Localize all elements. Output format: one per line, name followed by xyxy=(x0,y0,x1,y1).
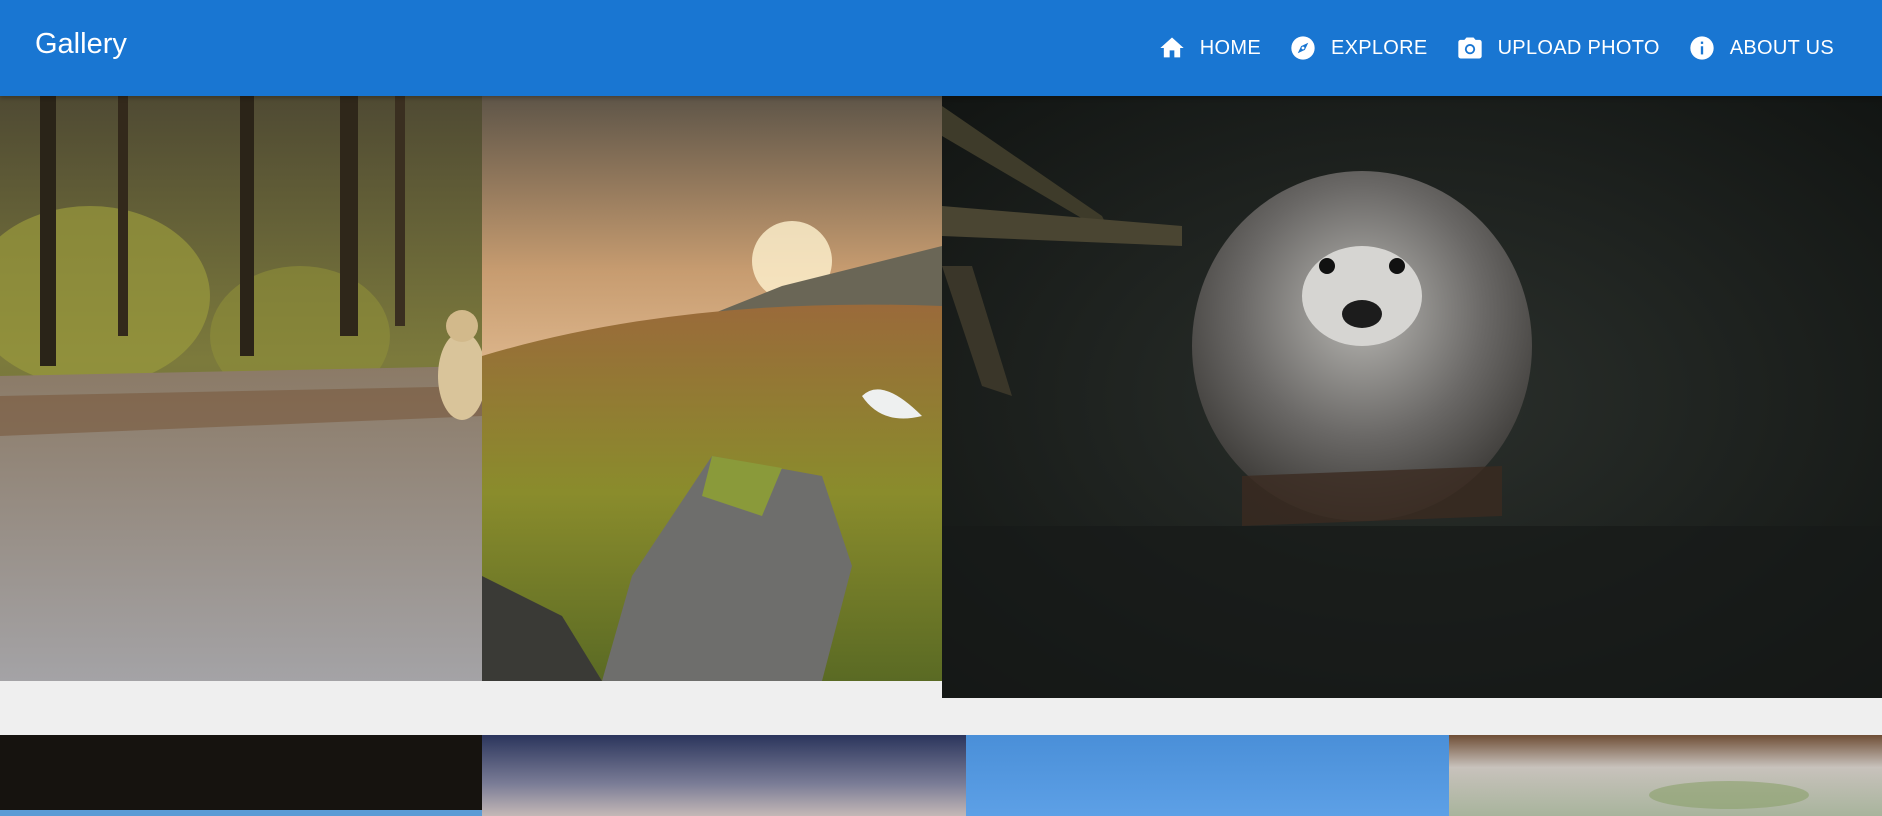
nav-about-button[interactable]: ABOUT US xyxy=(1684,28,1838,68)
nav-explore-button[interactable]: EXPLORE xyxy=(1285,28,1432,68)
photo-dark[interactable] xyxy=(0,735,482,816)
nav-explore-label: EXPLORE xyxy=(1330,36,1428,59)
nav-upload-label: UPLOAD PHOTO xyxy=(1497,36,1660,59)
photo-blurred-scene[interactable] xyxy=(1449,735,1882,816)
nav-menu: HOME EXPLORE UPLOAD PHOTO ABOUT US xyxy=(1154,0,1838,96)
photo-mountain-sunset[interactable] xyxy=(482,96,942,681)
app-bar: Gallery HOME EXPLORE UPLOAD PHOTO ABOUT … xyxy=(0,0,1882,96)
app-title[interactable]: Gallery xyxy=(35,28,127,61)
photo-dusk-sky[interactable] xyxy=(482,735,966,816)
photo-blue-sky[interactable] xyxy=(966,735,1449,816)
info-icon xyxy=(1688,34,1716,62)
photo-forest-path[interactable] xyxy=(0,96,482,681)
home-icon xyxy=(1158,34,1186,62)
photo-nutria[interactable] xyxy=(942,96,1882,698)
nav-about-label: ABOUT US xyxy=(1729,36,1834,59)
camera-icon xyxy=(1456,34,1484,62)
nav-upload-button[interactable]: UPLOAD PHOTO xyxy=(1452,28,1664,68)
compass-icon xyxy=(1289,34,1317,62)
nav-home-label: HOME xyxy=(1199,36,1261,59)
nav-home-button[interactable]: HOME xyxy=(1154,28,1265,68)
